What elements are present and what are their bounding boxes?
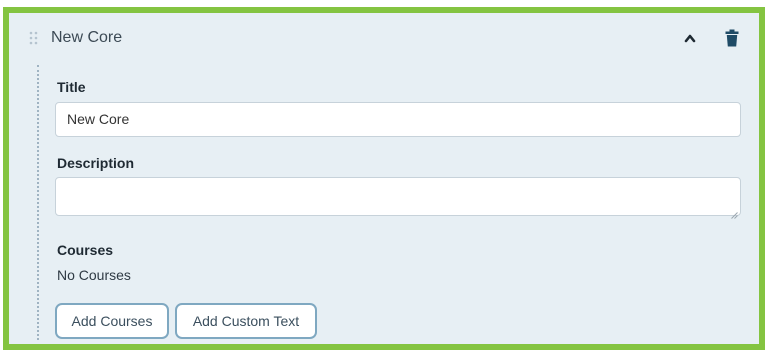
courses-label: Courses xyxy=(57,242,114,258)
chevron-up-icon[interactable] xyxy=(683,31,697,43)
drag-handle-icon[interactable] xyxy=(29,31,39,45)
trash-icon[interactable] xyxy=(725,29,739,47)
title-label: Title xyxy=(57,79,86,95)
add-custom-text-button[interactable]: Add Custom Text xyxy=(175,303,317,339)
core-section-panel: New Core Title New Core Description Cour… xyxy=(3,7,765,350)
add-courses-button[interactable]: Add Courses xyxy=(55,303,169,339)
description-label: Description xyxy=(57,155,135,171)
nesting-rail xyxy=(37,65,39,340)
resize-handle-icon[interactable] xyxy=(731,206,738,219)
section-header: New Core xyxy=(9,13,759,59)
courses-empty-text: No Courses xyxy=(57,267,131,283)
title-input[interactable]: New Core xyxy=(55,102,741,137)
description-textarea[interactable] xyxy=(55,177,741,216)
section-name: New Core xyxy=(51,29,123,46)
